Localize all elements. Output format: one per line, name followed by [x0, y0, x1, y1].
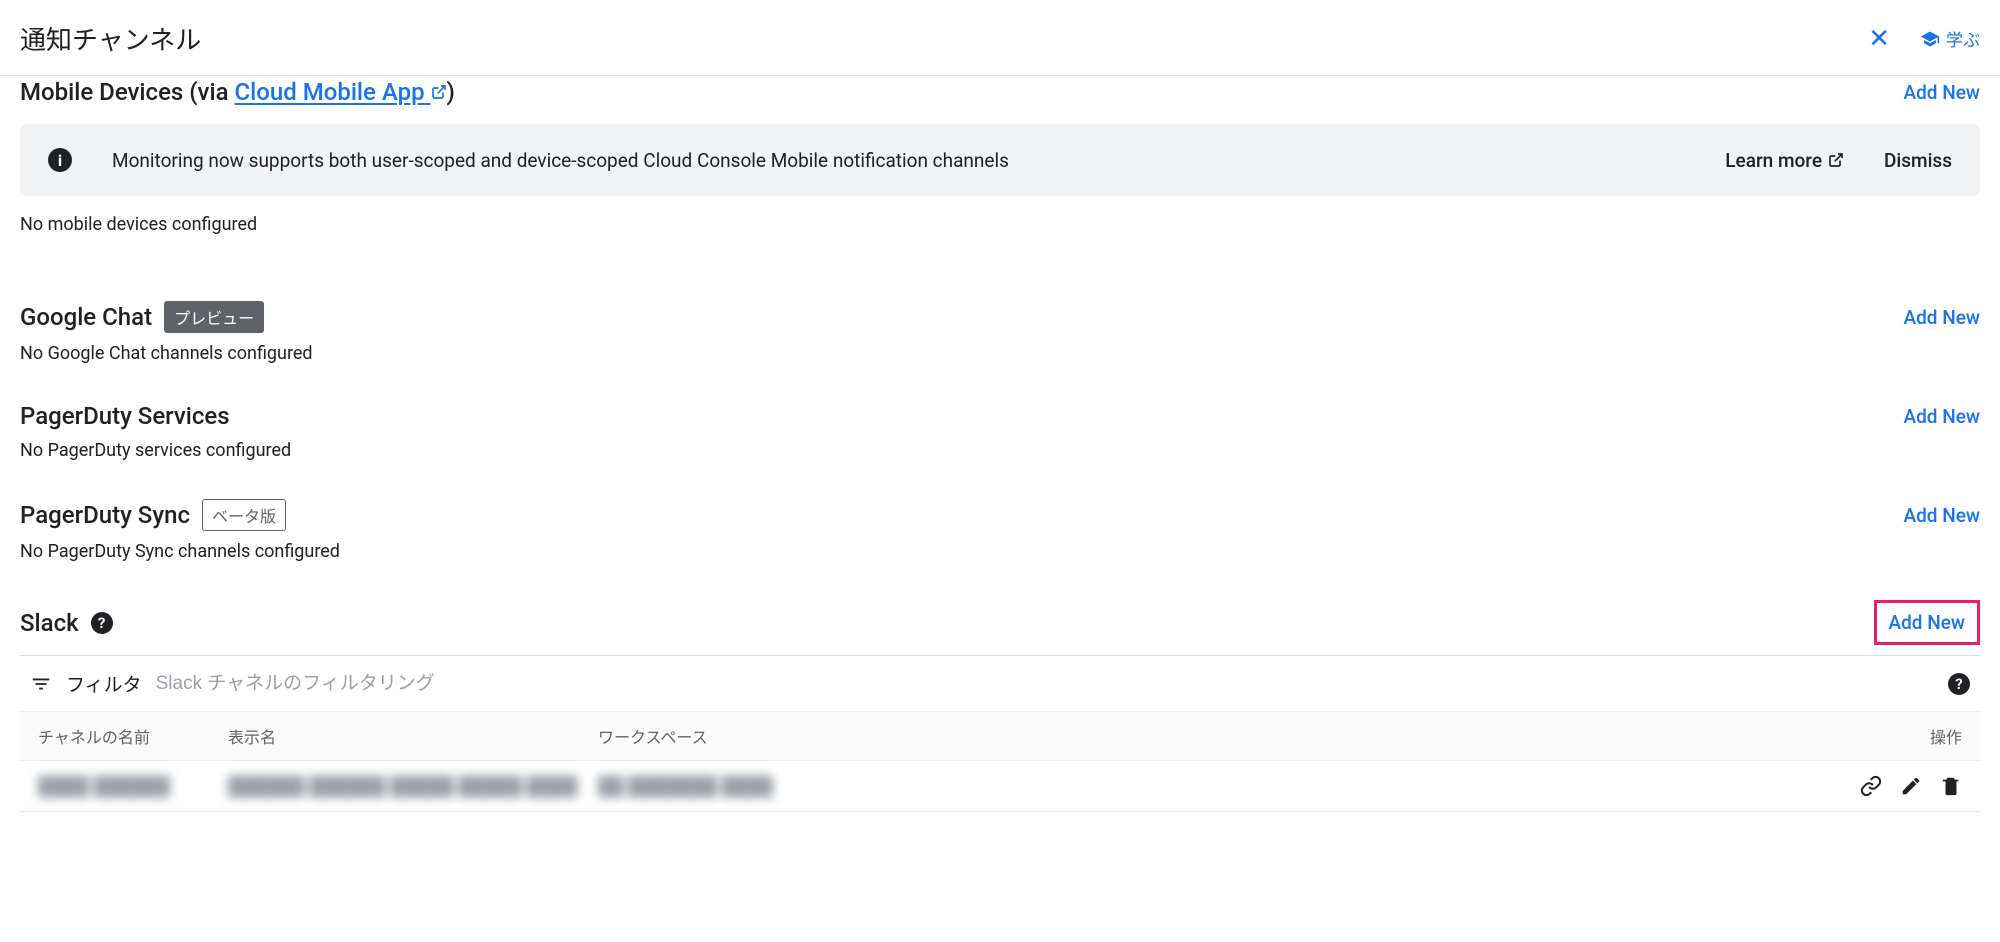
- section-title: Google Chat: [20, 303, 152, 331]
- header-actions: ✕ 学ぶ: [1868, 24, 1980, 54]
- section-title: PagerDuty Sync: [20, 501, 190, 529]
- help-icon[interactable]: ?: [91, 612, 113, 634]
- dismiss-button[interactable]: Dismiss: [1884, 149, 1952, 172]
- section-title-wrap: Slack ?: [20, 609, 113, 637]
- row-actions: [1762, 775, 1962, 797]
- info-icon: i: [48, 148, 72, 172]
- column-header-workspace: ワークスペース: [598, 724, 1762, 748]
- content: Mobile Devices (via Cloud Mobile App ) A…: [0, 68, 2000, 812]
- external-link-icon: [431, 84, 447, 100]
- info-banner: i Monitoring now supports both user-scop…: [20, 124, 1980, 196]
- page-header: 通知チャンネル ✕ 学ぶ: [0, 0, 2000, 76]
- section-title-wrap: PagerDuty Sync ベータ版: [20, 499, 286, 531]
- graduation-cap-icon: [1920, 29, 1940, 49]
- filter-label: フィルタ: [66, 670, 142, 697]
- section-title: PagerDuty Services: [20, 402, 230, 430]
- cloud-mobile-app-link[interactable]: Cloud Mobile App: [234, 78, 446, 106]
- filter-row: フィルタ ?: [20, 655, 1980, 712]
- table-row: ████ ██████ ██████ ██████ █████ █████ ██…: [20, 761, 1980, 812]
- empty-state-text: No Google Chat channels configured: [20, 343, 1980, 364]
- section-pagerduty-sync: PagerDuty Sync ベータ版 Add New No PagerDuty…: [20, 489, 1980, 562]
- filter-icon: [30, 673, 52, 695]
- cell-workspace: ██ ███████ ████: [598, 776, 1762, 797]
- add-new-button[interactable]: Add New: [1904, 504, 1981, 527]
- column-header-actions: 操作: [1762, 724, 1962, 748]
- column-header-display: 表示名: [228, 724, 598, 748]
- section-pagerduty-services: PagerDuty Services Add New No PagerDuty …: [20, 392, 1980, 461]
- add-new-button-highlighted[interactable]: Add New: [1874, 600, 1981, 645]
- add-new-button[interactable]: Add New: [1904, 306, 1981, 329]
- section-title: Slack: [20, 609, 79, 637]
- section-header: Google Chat プレビュー Add New: [20, 291, 1980, 343]
- section-header: Mobile Devices (via Cloud Mobile App ) A…: [20, 68, 1980, 116]
- banner-actions: Learn more Dismiss: [1725, 149, 1952, 172]
- section-title-wrap: Mobile Devices (via Cloud Mobile App ): [20, 78, 455, 106]
- delete-icon[interactable]: [1940, 775, 1962, 797]
- filter-input[interactable]: [156, 673, 1934, 695]
- cell-channel-name: ████ ██████: [38, 776, 228, 797]
- table-header: チャネルの名前 表示名 ワークスペース 操作: [20, 712, 1980, 761]
- section-title: Mobile Devices (via Cloud Mobile App ): [20, 78, 455, 106]
- link-icon[interactable]: [1860, 775, 1882, 797]
- slack-table: チャネルの名前 表示名 ワークスペース 操作 ████ ██████ █████…: [20, 712, 1980, 812]
- learn-link[interactable]: 学ぶ: [1920, 26, 1980, 51]
- section-slack: Slack ? Add New フィルタ ? チャネルの名前 表示名 ワークスペ…: [20, 590, 1980, 812]
- add-new-button[interactable]: Add New: [1904, 405, 1981, 428]
- empty-state-text: No PagerDuty services configured: [20, 440, 1980, 461]
- learn-more-label: Learn more: [1725, 149, 1822, 172]
- column-header-name: チャネルの名前: [38, 724, 228, 748]
- empty-state-text: No mobile devices configured: [20, 214, 1980, 235]
- section-mobile-devices: Mobile Devices (via Cloud Mobile App ) A…: [20, 68, 1980, 263]
- mobile-title-prefix: Mobile Devices (via: [20, 78, 234, 106]
- section-header: PagerDuty Services Add New: [20, 392, 1980, 440]
- section-header: Slack ? Add New: [20, 590, 1980, 655]
- edit-icon[interactable]: [1900, 775, 1922, 797]
- cell-display-name: ██████ ██████ █████ █████ ████: [228, 776, 598, 797]
- add-new-button[interactable]: Add New: [1904, 81, 1981, 104]
- preview-badge: プレビュー: [164, 301, 264, 333]
- link-text: Cloud Mobile App: [234, 78, 424, 106]
- banner-text: Monitoring now supports both user-scoped…: [112, 149, 1685, 172]
- page-title: 通知チャンネル: [20, 20, 201, 57]
- empty-state-text: No PagerDuty Sync channels configured: [20, 541, 1980, 562]
- learn-more-link[interactable]: Learn more: [1725, 149, 1844, 172]
- help-icon[interactable]: ?: [1948, 673, 1970, 695]
- mobile-title-suffix: ): [447, 78, 455, 106]
- close-icon[interactable]: ✕: [1868, 24, 1890, 54]
- learn-label: 学ぶ: [1946, 26, 1980, 51]
- external-link-icon: [1828, 152, 1844, 168]
- section-title-wrap: Google Chat プレビュー: [20, 301, 264, 333]
- section-title-wrap: PagerDuty Services: [20, 402, 230, 430]
- beta-badge: ベータ版: [202, 499, 286, 531]
- section-google-chat: Google Chat プレビュー Add New No Google Chat…: [20, 291, 1980, 364]
- section-header: PagerDuty Sync ベータ版 Add New: [20, 489, 1980, 541]
